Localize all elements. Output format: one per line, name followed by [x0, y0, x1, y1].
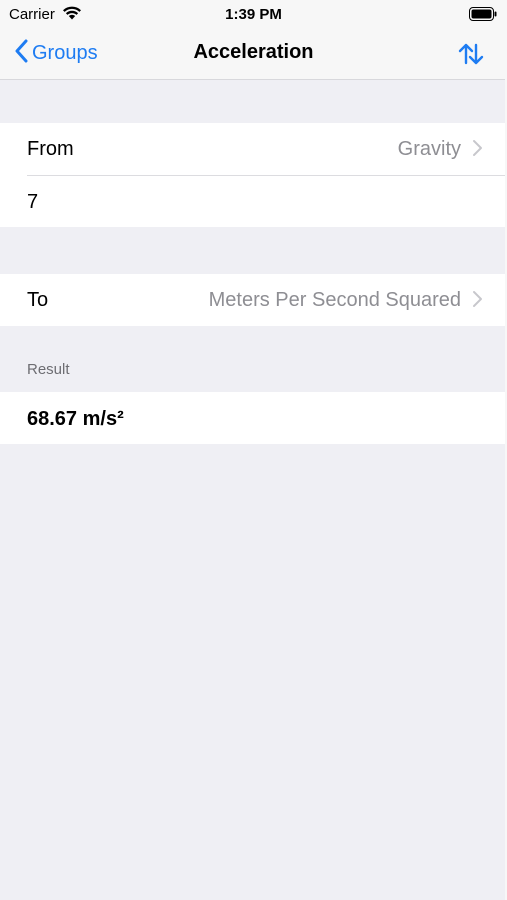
- to-label: To: [27, 289, 49, 311]
- from-value-input[interactable]: [27, 187, 477, 217]
- from-label: From: [27, 138, 74, 160]
- result-header: Result: [27, 361, 70, 378]
- navigation-bar: Groups Acceleration: [0, 28, 507, 80]
- from-unit-value: Gravity: [397, 138, 461, 160]
- to-section: To Meters Per Second Squared: [0, 274, 507, 326]
- status-bar: Carrier 1:39 PM: [0, 0, 507, 28]
- swap-arrows-icon[interactable]: [457, 40, 485, 68]
- to-unit-row[interactable]: To Meters Per Second Squared: [0, 274, 507, 326]
- chevron-left-icon: [14, 39, 28, 68]
- battery-icon: [469, 7, 497, 26]
- chevron-right-icon: [472, 290, 483, 313]
- chevron-right-icon: [472, 139, 483, 162]
- from-section: From Gravity: [0, 123, 507, 227]
- from-unit-row[interactable]: From Gravity: [0, 123, 507, 175]
- to-unit-value: Meters Per Second Squared: [208, 289, 461, 311]
- result-value: 68.67 m/s²: [27, 408, 124, 430]
- back-button[interactable]: Groups: [14, 39, 98, 67]
- from-input-row: [0, 175, 507, 227]
- back-button-label: Groups: [32, 41, 98, 64]
- status-time: 1:39 PM: [225, 6, 282, 23]
